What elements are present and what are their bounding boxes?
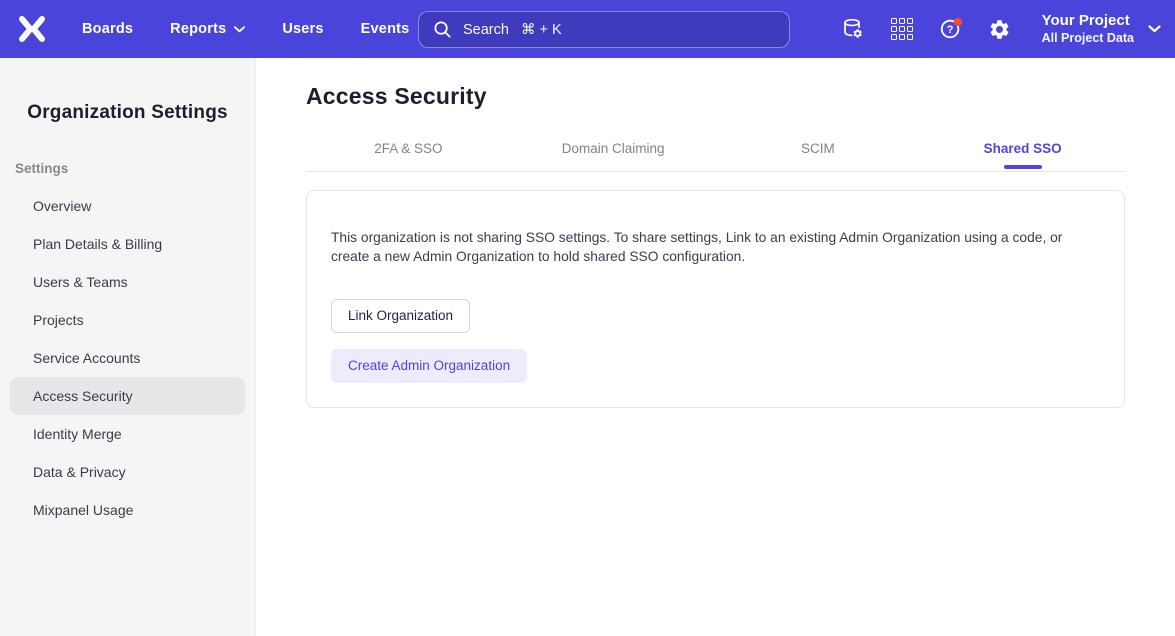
tab-label: Shared SSO bbox=[984, 141, 1062, 156]
project-name: Your Project bbox=[1042, 13, 1134, 30]
nav-item-users[interactable]: Users bbox=[282, 21, 323, 37]
create-admin-organization-button[interactable]: Create Admin Organization bbox=[331, 349, 527, 383]
app-shell: Organization Settings Settings Overview … bbox=[0, 58, 1175, 636]
shared-sso-description: This organization is not sharing SSO set… bbox=[331, 228, 1093, 266]
help-icon[interactable]: ? bbox=[939, 17, 963, 41]
sidebar-item-service-accounts[interactable]: Service Accounts bbox=[10, 339, 245, 377]
sidebar-item-access-security[interactable]: Access Security bbox=[10, 377, 245, 415]
tab-2fa-sso[interactable]: 2FA & SSO bbox=[306, 141, 511, 171]
search-input[interactable]: Search ⌘ + K bbox=[418, 11, 790, 48]
apps-grid-icon[interactable] bbox=[890, 17, 914, 41]
project-data-scope: All Project Data bbox=[1042, 31, 1134, 45]
settings-gear-icon[interactable] bbox=[988, 17, 1012, 41]
sidebar-item-label: Plan Details & Billing bbox=[33, 236, 162, 252]
link-organization-row: Link Organization bbox=[331, 280, 1100, 333]
data-management-icon[interactable] bbox=[841, 17, 865, 41]
link-organization-button[interactable]: Link Organization bbox=[331, 299, 470, 333]
sidebar-item-identity-merge[interactable]: Identity Merge bbox=[10, 415, 245, 453]
apps-grid-dots bbox=[891, 18, 913, 40]
nav-item-reports[interactable]: Reports bbox=[170, 21, 245, 37]
nav-item-label: Users bbox=[282, 21, 323, 37]
sidebar-item-label: Access Security bbox=[33, 388, 133, 404]
tab-shared-sso[interactable]: Shared SSO bbox=[920, 141, 1125, 171]
notification-dot bbox=[953, 18, 961, 26]
svg-text:?: ? bbox=[946, 24, 953, 36]
create-admin-organization-row: Create Admin Organization bbox=[331, 333, 1100, 383]
sidebar-item-label: Overview bbox=[33, 198, 91, 214]
sidebar-item-label: Data & Privacy bbox=[33, 464, 126, 480]
tab-label: 2FA & SSO bbox=[374, 141, 442, 156]
sidebar-title: Organization Settings bbox=[0, 102, 255, 124]
access-security-tabs: 2FA & SSO Domain Claiming SCIM Shared SS… bbox=[306, 141, 1125, 172]
sidebar-item-plan-details-billing[interactable]: Plan Details & Billing bbox=[10, 225, 245, 263]
sidebar-section-label: Settings bbox=[15, 161, 255, 176]
main-content: Access Security 2FA & SSO Domain Claimin… bbox=[256, 58, 1175, 636]
nav-item-events[interactable]: Events bbox=[361, 21, 410, 37]
primary-nav: Boards Reports Users Events bbox=[82, 21, 409, 37]
sidebar-item-label: Service Accounts bbox=[33, 350, 140, 366]
chevron-down-icon bbox=[1148, 25, 1161, 33]
sidebar-item-label: Mixpanel Usage bbox=[33, 502, 133, 518]
project-names: Your Project All Project Data bbox=[1042, 13, 1134, 46]
page-title: Access Security bbox=[306, 83, 1125, 110]
search-placeholder: Search bbox=[463, 22, 509, 38]
nav-item-label: Reports bbox=[170, 21, 226, 37]
sidebar-item-projects[interactable]: Projects bbox=[10, 301, 245, 339]
shared-sso-card: This organization is not sharing SSO set… bbox=[306, 190, 1125, 408]
org-settings-sidebar: Organization Settings Settings Overview … bbox=[0, 58, 256, 636]
nav-item-label: Boards bbox=[82, 21, 133, 37]
sidebar-item-data-privacy[interactable]: Data & Privacy bbox=[10, 453, 245, 491]
nav-right-controls: ? Your Project All Project Data bbox=[841, 0, 1161, 58]
nav-item-boards[interactable]: Boards bbox=[82, 21, 133, 37]
sidebar-item-label: Projects bbox=[33, 312, 84, 328]
sidebar-item-label: Users & Teams bbox=[33, 274, 128, 290]
search-shortcut-hint: ⌘ + K bbox=[521, 22, 562, 38]
active-tab-indicator bbox=[1004, 165, 1042, 169]
tab-domain-claiming[interactable]: Domain Claiming bbox=[511, 141, 716, 171]
project-switcher[interactable]: Your Project All Project Data bbox=[1042, 13, 1161, 46]
sidebar-item-users-teams[interactable]: Users & Teams bbox=[10, 263, 245, 301]
sidebar-item-mixpanel-usage[interactable]: Mixpanel Usage bbox=[10, 491, 245, 529]
tab-label: SCIM bbox=[801, 141, 835, 156]
search-icon bbox=[432, 19, 453, 40]
top-navigation-bar: Boards Reports Users Events Search ⌘ + K bbox=[0, 0, 1175, 58]
tab-label: Domain Claiming bbox=[562, 141, 665, 156]
nav-item-label: Events bbox=[361, 21, 410, 37]
sidebar-items: Overview Plan Details & Billing Users & … bbox=[0, 187, 255, 529]
sidebar-item-overview[interactable]: Overview bbox=[10, 187, 245, 225]
mixpanel-logo-icon[interactable] bbox=[14, 14, 50, 44]
sidebar-item-label: Identity Merge bbox=[33, 426, 122, 442]
chevron-down-icon bbox=[234, 26, 245, 33]
tab-scim[interactable]: SCIM bbox=[716, 141, 921, 171]
